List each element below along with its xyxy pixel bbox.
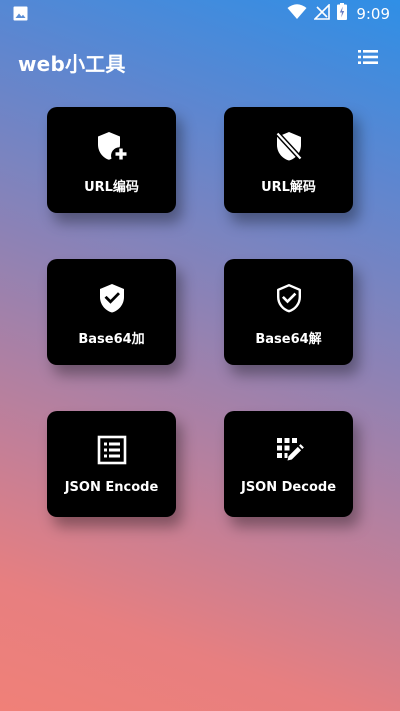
tile-label: Base64加 — [78, 332, 145, 347]
tile-label: URL编码 — [84, 180, 139, 195]
base64-encode-tile[interactable]: Base64加 — [47, 259, 176, 365]
shield-off-icon — [272, 129, 306, 163]
wifi-icon — [287, 3, 307, 24]
no-signal-icon — [313, 2, 331, 24]
status-bar: 9:09 — [0, 0, 400, 27]
url-decode-tile[interactable]: URL解码 — [224, 107, 353, 213]
status-icons: 9:09 — [287, 2, 390, 24]
list-icon — [358, 49, 378, 68]
app-title: web小工具 — [18, 52, 126, 76]
shield-check-outline-icon — [272, 281, 306, 315]
tile-label: JSON Decode — [240, 480, 337, 495]
shield-check-filled-icon — [95, 281, 129, 315]
tile-label: JSON Encode — [64, 480, 159, 495]
json-encode-tile[interactable]: JSON Encode — [47, 411, 176, 517]
url-encode-tile[interactable]: URL编码 — [47, 107, 176, 213]
tile-label: URL解码 — [261, 180, 316, 195]
grid-edit-icon — [272, 433, 306, 467]
list-box-icon — [95, 433, 129, 467]
status-time: 9:09 — [356, 4, 390, 23]
base64-decode-tile[interactable]: Base64解 — [224, 259, 353, 365]
menu-button[interactable] — [347, 43, 389, 73]
shield-plus-icon — [95, 129, 129, 163]
tile-label: Base64解 — [255, 332, 322, 347]
image-icon — [13, 6, 28, 21]
json-decode-tile[interactable]: JSON Decode — [224, 411, 353, 517]
battery-charging-icon — [337, 3, 348, 24]
